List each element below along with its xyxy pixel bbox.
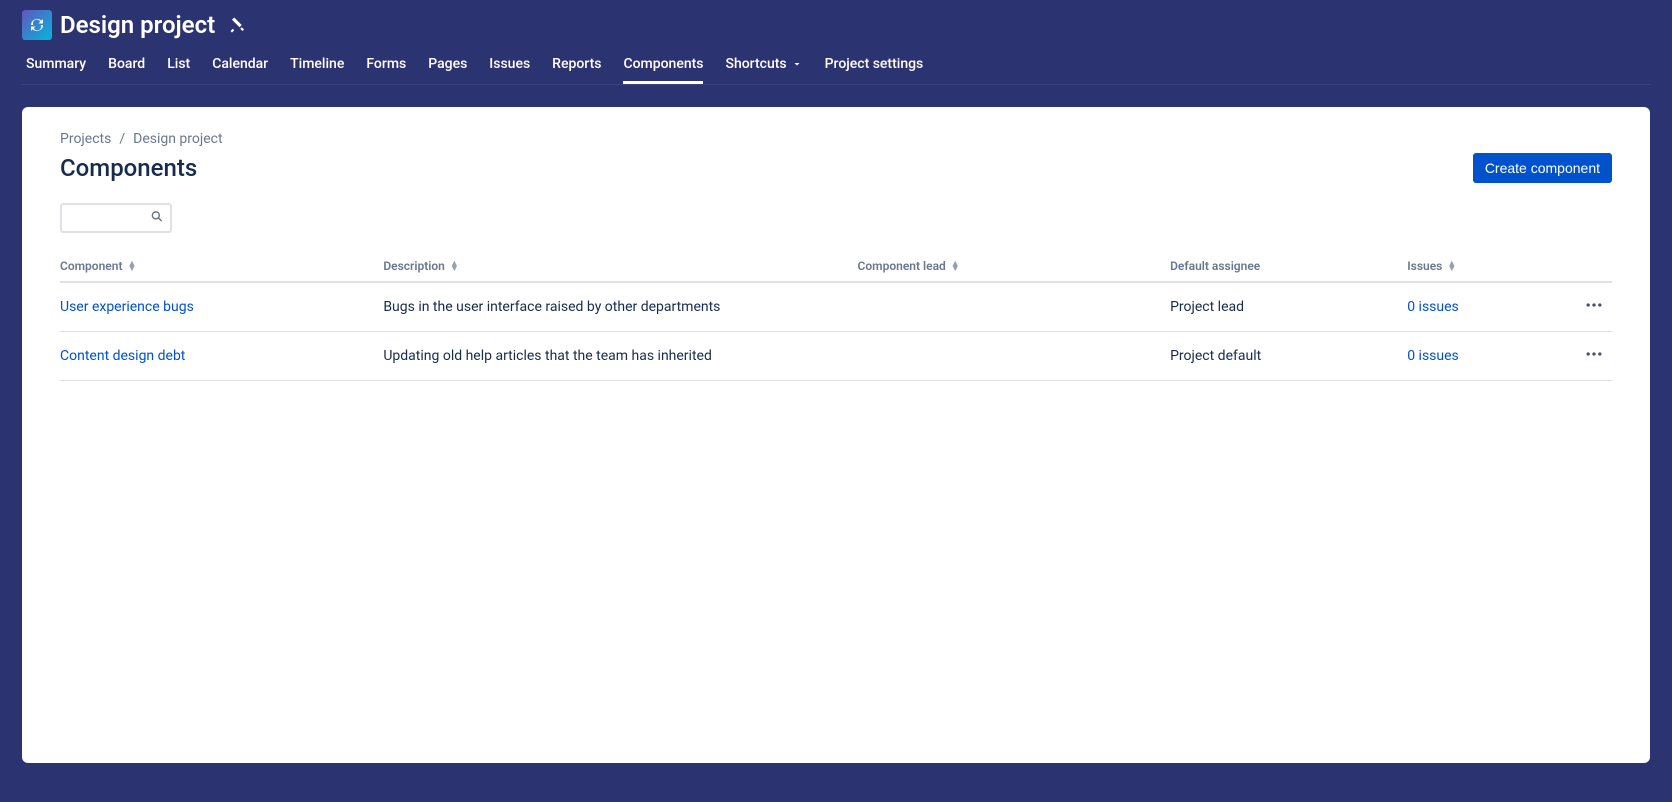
customize-icon[interactable]	[229, 16, 247, 34]
component-link[interactable]: User experience bugs	[60, 299, 194, 315]
component-description: Updating old help articles that the team…	[383, 332, 857, 381]
breadcrumb-projects[interactable]: Projects	[60, 131, 111, 147]
more-actions-button[interactable]	[1584, 344, 1604, 364]
component-lead	[858, 282, 1171, 332]
search-input[interactable]	[60, 203, 172, 233]
more-actions-button[interactable]	[1584, 295, 1604, 315]
sort-icon: ▲▼	[1447, 262, 1456, 272]
nav-calendar[interactable]: Calendar	[212, 46, 268, 84]
sort-icon: ▲▼	[951, 262, 960, 272]
sort-icon: ▲▼	[450, 262, 459, 272]
component-description: Bugs in the user interface raised by oth…	[383, 282, 857, 332]
component-assignee: Project lead	[1170, 282, 1407, 332]
nav-summary[interactable]: Summary	[26, 46, 86, 84]
project-title: Design project	[60, 11, 215, 39]
nav-list[interactable]: List	[167, 46, 190, 84]
table-row: Content design debt Updating old help ar…	[60, 332, 1612, 381]
nav-issues[interactable]: Issues	[489, 46, 530, 84]
components-table: Component ▲▼ Description ▲▼ Component le…	[60, 253, 1612, 381]
nav-forms[interactable]: Forms	[366, 46, 406, 84]
project-nav: Summary Board List Calendar Timeline For…	[22, 46, 1650, 85]
th-description[interactable]: Description ▲▼	[383, 253, 857, 282]
issues-link[interactable]: 0 issues	[1407, 299, 1459, 315]
nav-project-settings[interactable]: Project settings	[825, 46, 924, 84]
component-assignee: Project default	[1170, 332, 1407, 381]
th-lead[interactable]: Component lead ▲▼	[858, 253, 1171, 282]
th-assignee[interactable]: Default assignee	[1170, 253, 1407, 282]
nav-board[interactable]: Board	[108, 46, 145, 84]
issues-link[interactable]: 0 issues	[1407, 348, 1459, 364]
sort-icon: ▲▼	[127, 262, 136, 272]
refresh-icon	[28, 16, 46, 34]
project-avatar	[22, 10, 52, 40]
th-component[interactable]: Component ▲▼	[60, 253, 383, 282]
nav-components[interactable]: Components	[623, 46, 703, 84]
table-row: User experience bugs Bugs in the user in…	[60, 282, 1612, 332]
component-link[interactable]: Content design debt	[60, 348, 185, 364]
chevron-down-icon	[791, 58, 803, 70]
nav-reports[interactable]: Reports	[552, 46, 601, 84]
nav-pages[interactable]: Pages	[428, 46, 467, 84]
component-lead	[858, 332, 1171, 381]
nav-shortcuts[interactable]: Shortcuts	[725, 46, 802, 84]
breadcrumb-separator: /	[119, 131, 125, 147]
nav-timeline[interactable]: Timeline	[290, 46, 344, 84]
breadcrumb: Projects / Design project	[60, 131, 1612, 147]
page-title: Components	[60, 154, 197, 182]
create-component-button[interactable]: Create component	[1473, 153, 1612, 183]
th-issues[interactable]: Issues ▲▼	[1407, 253, 1569, 282]
breadcrumb-current[interactable]: Design project	[133, 131, 222, 147]
